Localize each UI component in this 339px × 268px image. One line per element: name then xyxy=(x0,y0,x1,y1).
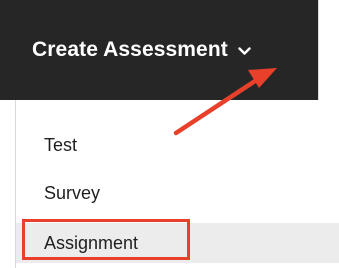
chevron-down-icon xyxy=(238,46,251,55)
menu-item-survey[interactable]: Survey xyxy=(16,176,339,210)
menu-item-test[interactable]: Test xyxy=(16,128,339,162)
create-assessment-menu-button[interactable]: Create Assessment xyxy=(0,0,318,100)
create-assessment-dropdown: Test Survey Assignment xyxy=(16,100,339,268)
create-assessment-label: Create Assessment xyxy=(32,38,228,61)
page-background-strip xyxy=(318,0,339,100)
menu-item-assignment[interactable]: Assignment xyxy=(16,223,339,263)
